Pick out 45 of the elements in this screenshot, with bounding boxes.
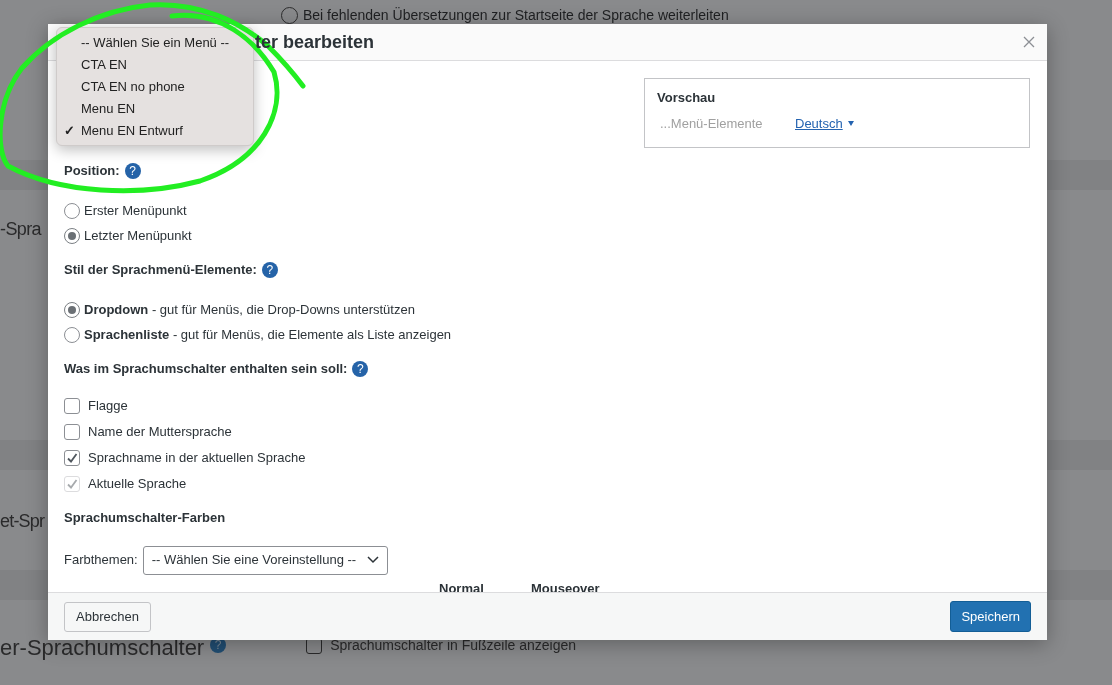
menu-option[interactable]: -- Wählen Sie ein Menü -- <box>57 32 253 54</box>
field-label: Farbthemen: <box>64 551 138 570</box>
checkbox-label: Sprachumschalter in Fußzeile anzeigen <box>330 636 577 655</box>
radio-button[interactable] <box>64 326 80 343</box>
section-label: er-Sprachumschalter <box>0 634 205 662</box>
close-icon[interactable] <box>1023 36 1035 48</box>
radio-button[interactable] <box>64 202 80 219</box>
help-icon[interactable]: ? <box>124 163 141 179</box>
caret-icon <box>847 120 854 126</box>
section-heading: Was im Sprachumschalter enthalten sein soll: <box>64 360 348 379</box>
checkbox-label: Name der Muttersprache <box>88 423 232 442</box>
save-button[interactable]: Speichern <box>950 601 1031 632</box>
radio-button[interactable] <box>64 301 80 318</box>
theme-select[interactable]: -- Wählen Sie eine Voreinstellung -- <box>142 545 388 575</box>
section-heading: Stil der Sprachmenü-Elemente: <box>64 261 257 280</box>
preview-menu-items: ...Menü-Elemente <box>660 114 764 133</box>
help-icon[interactable]: ? <box>261 262 278 278</box>
chevron-down-icon <box>366 556 379 564</box>
column-header: Mouseover <box>531 579 601 592</box>
checkbox-label: Aktuelle Sprache <box>88 475 187 494</box>
menu-option[interactable]: Menu EN <box>57 98 253 120</box>
column-header: Normal <box>439 579 485 592</box>
radio-label: Sprachenliste - gut für Menüs, die Elemente als Liste anzeigen <box>84 325 452 344</box>
language-link[interactable]: Deutsch <box>795 113 843 133</box>
radio-label: Erster Menüpunkt <box>84 201 187 220</box>
radio-button[interactable] <box>64 227 80 244</box>
section-label: -Spra <box>0 219 42 239</box>
radio-label: Bei fehlenden Übersetzungen zur Startseite der Sprache weiterleiten <box>303 6 729 25</box>
checkbox-label: Flagge <box>88 397 128 416</box>
menu-option[interactable]: ✓ Menu EN Entwurf <box>57 120 253 142</box>
cancel-button[interactable]: Abbrechen <box>64 601 151 632</box>
radio-label: Letzter Menüpunkt <box>84 226 192 245</box>
section-label: et-Spr <box>0 511 45 531</box>
section-heading: Sprachumschalter-Farben <box>64 509 226 527</box>
preview-title: Vorschau <box>657 89 717 107</box>
checkbox[interactable] <box>64 424 80 440</box>
checkbox[interactable] <box>64 450 80 466</box>
checkbox-label: Sprachname in der aktuellen Sprache <box>88 449 306 468</box>
menu-option[interactable]: CTA EN no phone <box>57 76 253 98</box>
menu-option[interactable]: CTA EN <box>57 54 253 76</box>
checkbox[interactable] <box>64 398 80 414</box>
checkmark-icon: ✓ <box>64 121 81 141</box>
radio-label: Dropdown - gut für Menüs, die Drop-Downs unterstützen <box>84 300 415 319</box>
help-icon[interactable]: ? <box>352 361 369 377</box>
section-heading: Position: <box>64 162 120 181</box>
